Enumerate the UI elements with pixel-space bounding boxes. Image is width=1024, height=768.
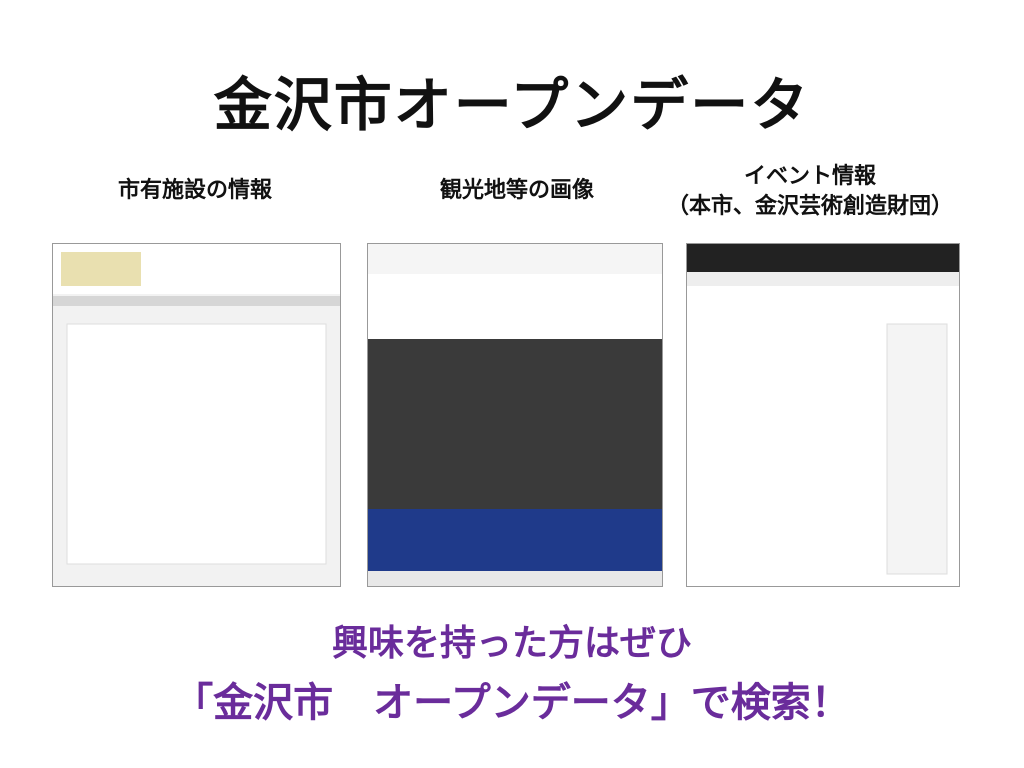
slide-title: 金沢市オープンデータ: [213, 71, 811, 139]
events-site-image: [687, 244, 959, 586]
footer-line2: 「金沢市 オープンデータ」で検索！: [173, 680, 851, 726]
label-facilities: 市有施設の情報: [117, 178, 272, 203]
facilities-site-image: [53, 244, 340, 586]
tourism-images-site-screenshot: [367, 243, 663, 587]
label-events-line2: （本市、金沢芸術創造財団）: [666, 194, 953, 219]
footer-line1: 興味を持った方はぜひ: [331, 623, 692, 664]
events-site-screenshot: [686, 243, 960, 587]
tourism-images-site-image: [368, 244, 662, 586]
label-events-line1: イベント情報: [743, 164, 876, 189]
label-tourism-images: 観光地等の画像: [439, 178, 594, 203]
facilities-site-screenshot: [52, 243, 341, 587]
label-events: イベント情報 （本市、金沢芸術創造財団）: [640, 162, 980, 222]
